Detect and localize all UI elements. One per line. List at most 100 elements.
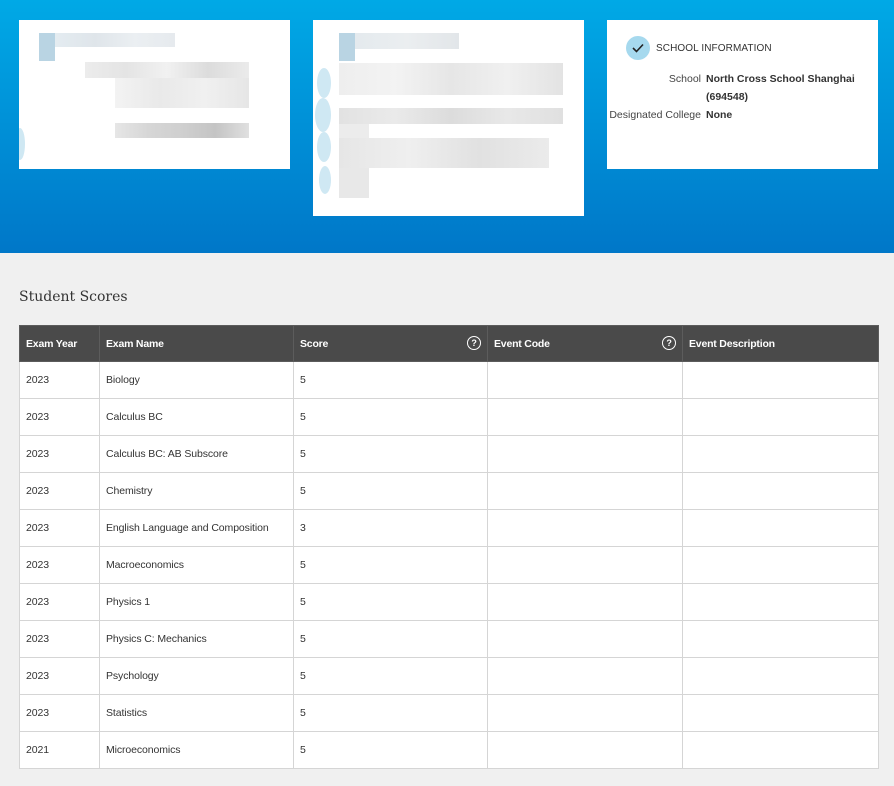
exam-name-cell: English Language and Composition <box>99 509 294 547</box>
column-header-event-code-label: Event Code <box>494 337 550 350</box>
event-description-cell <box>682 657 879 695</box>
exam-name-cell: Physics 1 <box>99 583 294 621</box>
event-code-cell <box>487 435 683 473</box>
exam-year-cell: 2021 <box>19 731 100 769</box>
event-description-cell <box>682 620 879 658</box>
column-header-score-label: Score <box>300 337 329 350</box>
table-row: 2023 Biology 5 <box>19 361 879 399</box>
event-code-cell <box>487 546 683 584</box>
redacted-icon <box>315 98 331 132</box>
designated-college-label: Designated College <box>609 109 701 121</box>
event-code-cell <box>487 472 683 510</box>
score-cell: 5 <box>293 398 488 436</box>
score-cell: 5 <box>293 583 488 621</box>
exam-name-cell: Psychology <box>99 657 294 695</box>
redacted-block <box>39 33 55 61</box>
exam-name-cell: Biology <box>99 361 294 399</box>
exam-year-cell: 2023 <box>19 694 100 732</box>
event-description-cell <box>682 509 879 547</box>
school-label: School <box>668 73 701 85</box>
exam-year-cell: 2023 <box>19 472 100 510</box>
table-row: 2023 Chemistry 5 <box>19 472 879 510</box>
contact-card-redacted <box>313 20 584 216</box>
table-row: 2023 Macroeconomics 5 <box>19 546 879 584</box>
section-title: Student Scores <box>19 289 128 305</box>
redacted-block <box>339 108 563 124</box>
event-description-cell <box>682 583 879 621</box>
score-cell: 5 <box>293 472 488 510</box>
score-cell: 3 <box>293 509 488 547</box>
event-code-cell <box>487 694 683 732</box>
event-description-cell <box>682 472 879 510</box>
event-description-cell <box>682 731 879 769</box>
redacted-block <box>355 33 459 49</box>
school-info-header: SCHOOL INFORMATION <box>626 36 772 60</box>
exam-name-cell: Calculus BC: AB Subscore <box>99 435 294 473</box>
table-row: 2023 English Language and Composition 3 <box>19 509 879 547</box>
table-row: 2023 Statistics 5 <box>19 694 879 732</box>
event-code-cell <box>487 657 683 695</box>
exam-name-cell: Chemistry <box>99 472 294 510</box>
scores-table: Exam Year Exam Name Score ? Event Code ?… <box>19 325 879 769</box>
table-row: 2023 Psychology 5 <box>19 657 879 695</box>
exam-name-cell: Microeconomics <box>99 731 294 769</box>
redacted-icon <box>319 166 331 194</box>
event-code-cell <box>487 361 683 399</box>
designated-college-value: None <box>706 109 733 121</box>
event-code-cell <box>487 731 683 769</box>
score-help-icon[interactable]: ? <box>467 336 481 350</box>
event-code-help-icon[interactable]: ? <box>662 336 676 350</box>
table-row: 2023 Calculus BC: AB Subscore 5 <box>19 435 879 473</box>
score-cell: 5 <box>293 361 488 399</box>
exam-name-cell: Macroeconomics <box>99 546 294 584</box>
redacted-block <box>339 33 355 61</box>
score-cell: 5 <box>293 731 488 769</box>
score-cell: 5 <box>293 657 488 695</box>
event-description-cell <box>682 398 879 436</box>
event-code-cell <box>487 583 683 621</box>
exam-year-cell: 2023 <box>19 361 100 399</box>
redacted-block <box>339 124 369 138</box>
table-header-row: Exam Year Exam Name Score ? Event Code ?… <box>19 325 879 362</box>
exam-year-cell: 2023 <box>19 620 100 658</box>
event-description-cell <box>682 546 879 584</box>
table-row: 2023 Calculus BC 5 <box>19 398 879 436</box>
redacted-block <box>339 168 369 198</box>
score-cell: 5 <box>293 620 488 658</box>
column-header-event-code: Event Code ? <box>487 325 683 362</box>
column-header-score: Score ? <box>293 325 488 362</box>
exam-name-cell: Statistics <box>99 694 294 732</box>
event-code-cell <box>487 398 683 436</box>
exam-year-cell: 2023 <box>19 546 100 584</box>
exam-year-cell: 2023 <box>19 435 100 473</box>
school-value: North Cross School Shanghai (694548) <box>706 73 855 103</box>
redacted-block <box>115 78 249 108</box>
check-icon <box>626 36 650 60</box>
student-card-redacted <box>19 20 290 169</box>
event-description-cell <box>682 361 879 399</box>
column-header-exam-name: Exam Name <box>99 325 294 362</box>
redacted-block <box>55 33 175 47</box>
redacted-block <box>115 123 249 138</box>
table-row: 2023 Physics C: Mechanics 5 <box>19 620 879 658</box>
event-description-cell <box>682 694 879 732</box>
exam-year-cell: 2023 <box>19 398 100 436</box>
redacted-block <box>339 138 549 168</box>
redacted-icon <box>19 128 25 160</box>
event-code-cell <box>487 620 683 658</box>
exam-year-cell: 2023 <box>19 583 100 621</box>
score-cell: 5 <box>293 694 488 732</box>
exam-year-cell: 2023 <box>19 657 100 695</box>
score-cell: 5 <box>293 435 488 473</box>
table-row: 2021 Microeconomics 5 <box>19 731 879 769</box>
table-row: 2023 Physics 15 <box>19 583 879 621</box>
redacted-icon <box>317 68 331 98</box>
column-header-exam-year: Exam Year <box>19 325 100 362</box>
exam-name-cell: Physics C: Mechanics <box>99 620 294 658</box>
redacted-icon <box>317 132 331 162</box>
exam-name-cell: Calculus BC <box>99 398 294 436</box>
score-cell: 5 <box>293 546 488 584</box>
event-description-cell <box>682 435 879 473</box>
column-header-event-description: Event Description <box>682 325 879 362</box>
redacted-block <box>85 62 249 78</box>
